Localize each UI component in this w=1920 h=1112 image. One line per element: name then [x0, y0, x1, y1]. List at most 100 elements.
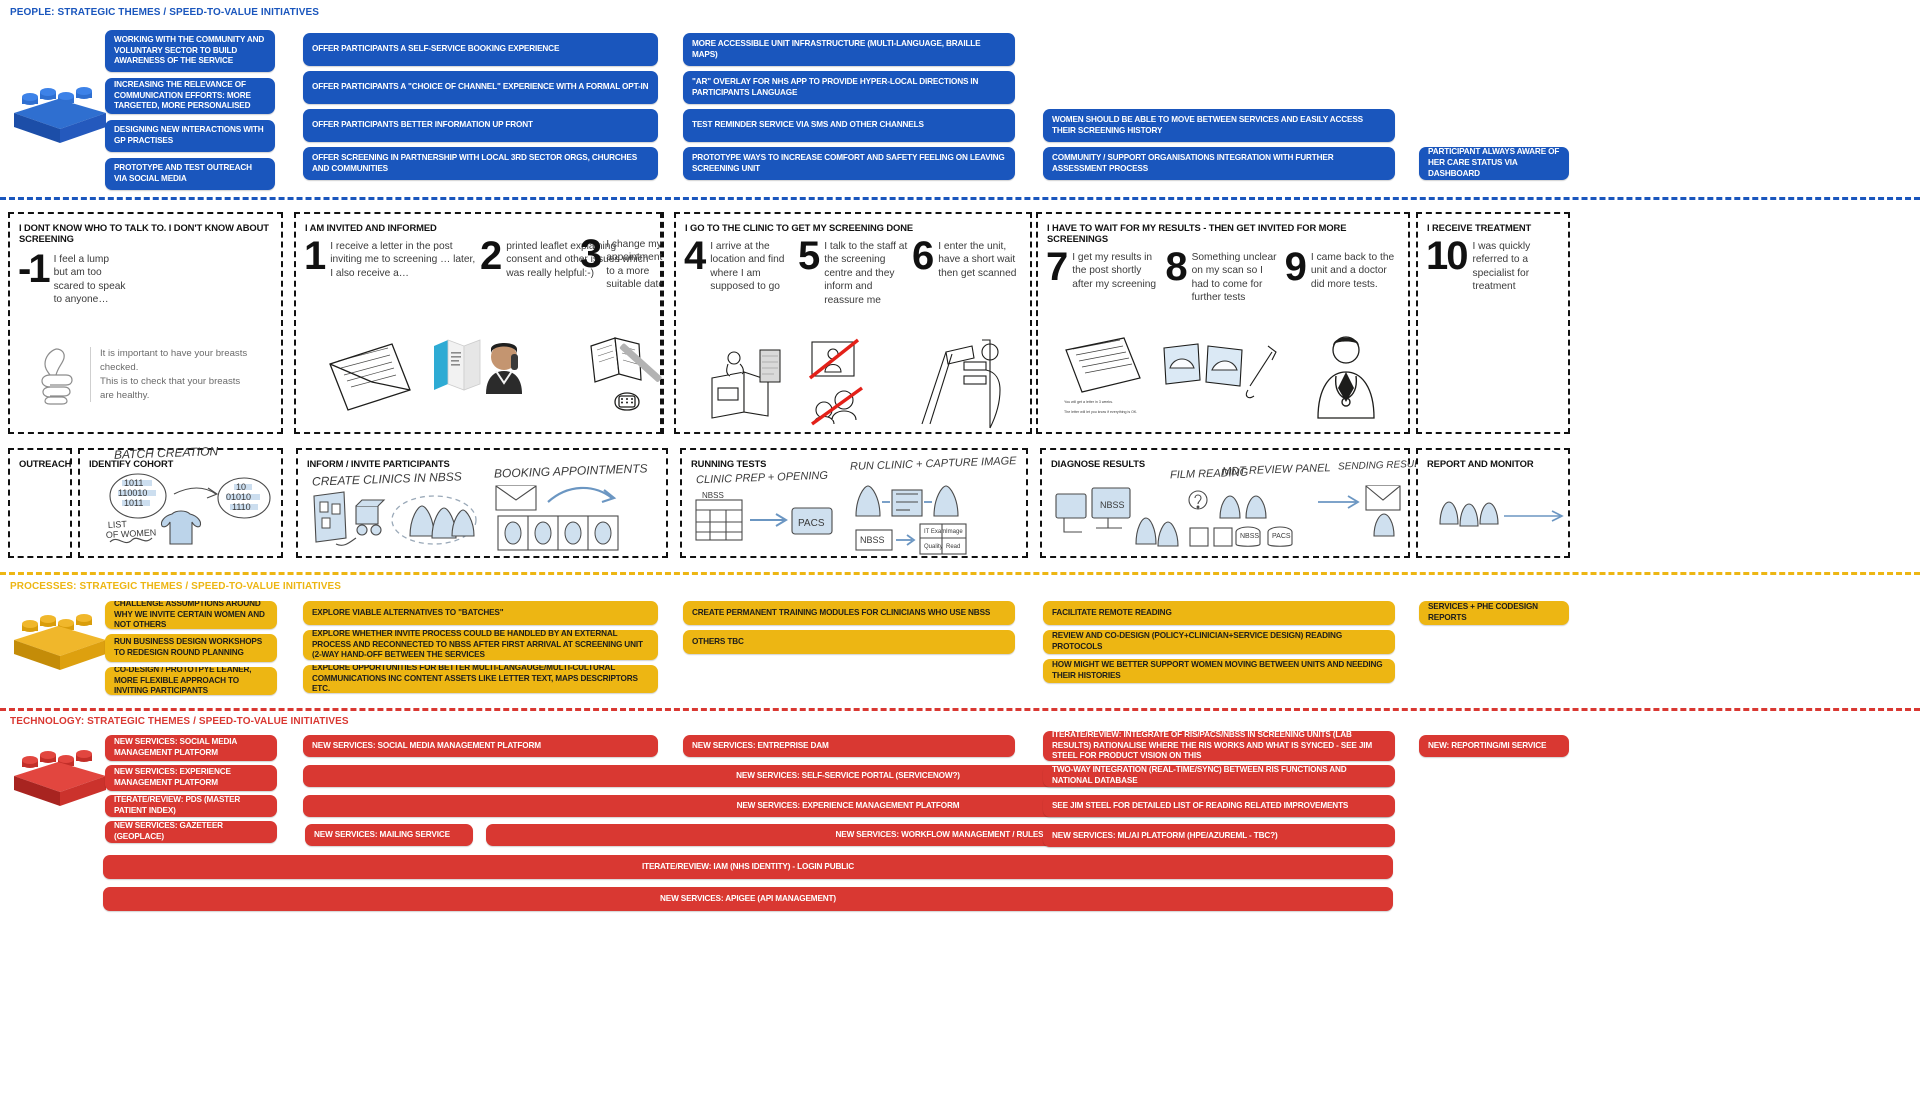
tech-card[interactable]: SEE JIM STEEL FOR DETAILED LIST OF READI… — [1043, 795, 1395, 817]
journey-step: 10 I was quickly referred to a specialis… — [1426, 236, 1560, 294]
people-card[interactable]: OFFER PARTICIPANTS A "CHOICE OF CHANNEL"… — [303, 71, 658, 104]
people-card[interactable]: INCREASING THE RELEVANCE OF COMMUNICATIO… — [105, 78, 275, 114]
processes-column-1: CHALLENGE ASSUMPTIONS AROUND WHY WE INVI… — [105, 601, 277, 695]
process-card[interactable]: REVIEW AND CO-DESIGN (POLICY+CLINICIAN+S… — [1043, 630, 1395, 654]
people-column-1: WORKING WITH THE COMMUNITY AND VOLUNTARY… — [105, 30, 275, 190]
step-number: 9 — [1284, 245, 1307, 289]
tech-card[interactable]: NEW SERVICES: EXPERIENCE MANAGEMENT PLAT… — [105, 765, 277, 791]
journey-step: 3 I change my appointment to a more suit… — [580, 232, 665, 292]
process-card[interactable]: RUN BUSINESS DESIGN WORKSHOPS TO REDESIG… — [105, 634, 277, 662]
results-letter-sketch-icon — [1062, 336, 1144, 398]
tech-card[interactable]: NEW SERVICES: GAZETEER (GEOPLACE) — [105, 821, 277, 843]
service-blueprint-board: PEOPLE: STRATEGIC THEMES / SPEED-TO-VALU… — [0, 0, 1920, 1112]
tech-card[interactable]: NEW SERVICES: ML/AI PLATFORM (HPE/AzureM… — [1043, 825, 1395, 847]
step-number: 7 — [1046, 245, 1068, 289]
people-card[interactable]: DESIGNING NEW INTERACTIONS WITH GP PRACT… — [105, 120, 275, 152]
people-card[interactable]: PROTOTYPE WAYS TO INCREASE COMFORT AND S… — [683, 147, 1015, 180]
envelope-sketch-icon — [326, 342, 414, 412]
process-card[interactable]: CREATE PERMANENT TRAINING MODULES FOR CL… — [683, 601, 1015, 625]
journey-step: 8 Something unclear on my scan so I had … — [1165, 247, 1280, 305]
backstage-running-tests: RUNNING TESTS CLINIC PREP + OPENING RUN … — [680, 448, 1028, 558]
backstage-identify-cohort: IDENTIFY COHORT BATCH CREATION 1011 11001… — [78, 444, 283, 558]
people-card[interactable]: PROTOTYPE AND TEST OUTREACH VIA SOCIAL M… — [105, 158, 275, 190]
technology-column-3: NEW SERVICES: ENTREPRISE DAM — [683, 735, 1015, 757]
svg-text:110010: 110010 — [118, 488, 147, 498]
tech-card[interactable]: ITERATE/REVIEW: PDS (MASTER PATIENT INDE… — [105, 795, 277, 817]
technology-column-5: NEW: REPORTING/MI SERVICE — [1419, 735, 1569, 757]
people-card[interactable]: PARTICIPANT ALWAYS AWARE OF HER CARE STA… — [1419, 147, 1569, 180]
process-card[interactable]: EXPLORE OPPORTUNITIES FOR BETTER MULTI-L… — [303, 665, 658, 693]
journey-stage-4: I RECEIVE TREATMENT 10 I was quickly ref… — [1416, 212, 1570, 434]
tech-card-fullwidth[interactable]: ITERATE/REVIEW: IAM (NHS IDENTITY) - LOG… — [103, 855, 1393, 879]
journey-stage-0: I DONT KNOW WHO TO TALK TO. I DON'T KNOW… — [8, 212, 283, 434]
svg-text:01010: 01010 — [226, 492, 251, 502]
people-card[interactable]: TEST REMINDER SERVICE VIA SMS AND OTHER … — [683, 109, 1015, 142]
svg-text:10: 10 — [236, 482, 246, 492]
svg-text:IT Exam: IT Exam — [924, 529, 946, 535]
step-text: I arrive at the location and find where … — [710, 241, 785, 293]
process-card[interactable]: SERVICES + PHE CODESIGN REPORTS — [1419, 601, 1569, 625]
no-photos-sketch-icon — [808, 338, 882, 426]
process-card[interactable]: HOW MIGHT WE BETTER SUPPORT WOMEN MOVING… — [1043, 659, 1395, 683]
tech-card[interactable]: TWO-WAY INTEGRATION (REAL-TIME/SYNC) BET… — [1043, 765, 1395, 787]
step-number: 3 — [580, 232, 602, 276]
people-card[interactable]: OFFER PARTICIPANTS BETTER INFORMATION UP… — [303, 109, 658, 142]
sketch-label-create-clinics: CREATE CLINICS IN NBSS — [311, 469, 463, 489]
svg-text:NBSS: NBSS — [860, 535, 885, 545]
tech-card[interactable]: ITERATE/REVIEW: INTEGRATE OF RIS/PACS/NB… — [1043, 731, 1395, 761]
tech-card[interactable]: NEW SERVICES: MAILING SERVICE — [305, 824, 473, 846]
svg-text:Quality: Quality — [924, 544, 943, 550]
backstage-title: OUTREACH — [19, 458, 72, 469]
journey-stage-2: I GO TO THE CLINIC TO GET MY SCREENING D… — [674, 212, 1032, 434]
step-text: Something unclear on my scan so I had to… — [1191, 252, 1277, 304]
process-card[interactable]: CO-DESIGN / PROTOTPYE LEANER, MORE FLEXI… — [105, 667, 277, 695]
process-card[interactable]: OTHERS TBC — [683, 630, 1015, 654]
svg-text:NBSS: NBSS — [1100, 500, 1125, 510]
tech-card[interactable]: NEW SERVICES: ENTREPRISE DAM — [683, 735, 1015, 757]
tech-card-fullwidth[interactable]: NEW SERVICES: APIGEE (API MANAGEMENT) — [103, 887, 1393, 911]
scan-images-sketch-icon — [1162, 342, 1278, 402]
step-text: I talk to the staff at the screening cen… — [824, 241, 908, 306]
people-card[interactable]: OFFER PARTICIPANTS A SELF-SERVICE BOOKIN… — [303, 33, 658, 66]
people-column-2: OFFER PARTICIPANTS A SELF-SERVICE BOOKIN… — [303, 33, 658, 180]
people-card[interactable]: OFFER SCREENING IN PARTNERSHIP WITH LOCA… — [303, 147, 658, 180]
processes-column-2: EXPLORE VIABLE ALTERNATIVES TO "BATCHES"… — [303, 601, 658, 693]
reception-desk-sketch-icon — [704, 344, 784, 422]
tech-card[interactable]: NEW: REPORTING/MI SERVICE — [1419, 735, 1569, 757]
stage-divider — [662, 212, 664, 434]
stage-title: I AM INVITED AND INFORMED — [305, 222, 437, 233]
journey-step: 4 I arrive at the location and find wher… — [684, 236, 794, 307]
people-column-5: PARTICIPANT ALWAYS AWARE OF HER CARE STA… — [1419, 147, 1569, 180]
technology-column-4: ITERATE/REVIEW: INTEGRATE OF RIS/PACS/NB… — [1043, 731, 1395, 847]
people-card[interactable]: "AR" OVERLAY FOR NHS APP TO PROVIDE HYPE… — [683, 71, 1015, 104]
tech-card[interactable]: NEW SERVICES: SOCIAL MEDIA MANAGEMENT PL… — [303, 735, 658, 757]
journey-stage-3: I HAVE TO WAIT FOR MY RESULTS - THEN GET… — [1036, 212, 1410, 434]
people-card[interactable]: WORKING WITH THE COMMUNITY AND VOLUNTARY… — [105, 30, 275, 72]
step-text: I was quickly referred to a specialist f… — [1472, 241, 1531, 293]
people-card[interactable]: WOMEN SHOULD BE ABLE TO MOVE BETWEEN SER… — [1043, 109, 1395, 142]
processes-column-5: SERVICES + PHE CODESIGN REPORTS — [1419, 601, 1569, 625]
processes-top-divider — [0, 572, 1920, 575]
technology-column-1: NEW SERVICES: SOCIAL MEDIA MANAGEMENT PL… — [105, 735, 277, 843]
backstage-report-monitor: REPORT AND MONITOR — [1416, 448, 1570, 558]
step-number: -1 — [18, 247, 51, 291]
calendar-phone-sketch-icon — [585, 330, 663, 418]
svg-text:NBSS: NBSS — [1240, 533, 1259, 540]
thumbs-up-sketch-icon — [36, 347, 80, 405]
technology-section-title: TECHNOLOGY: STRATEGIC THEMES / SPEED-TO-… — [10, 716, 349, 727]
process-card[interactable]: CHALLENGE ASSUMPTIONS AROUND WHY WE INVI… — [105, 601, 277, 629]
process-card[interactable]: FACILITATE REMOTE READING — [1043, 601, 1395, 625]
process-card[interactable]: EXPLORE VIABLE ALTERNATIVES TO "BATCHES" — [303, 601, 658, 625]
svg-text:PACS: PACS — [1272, 533, 1291, 540]
process-card[interactable]: EXPLORE WHETHER INVITE PROCESS COULD BE … — [303, 630, 658, 660]
stage-title: I GO TO THE CLINIC TO GET MY SCREENING D… — [685, 222, 914, 233]
people-card[interactable]: COMMUNITY / SUPPORT ORGANISATIONS INTEGR… — [1043, 147, 1395, 180]
journey-step: 5 I talk to the staff at the screening c… — [798, 236, 908, 307]
tech-card[interactable]: NEW SERVICES: SOCIAL MEDIA MANAGEMENT PL… — [105, 735, 277, 761]
people-column-4: WOMEN SHOULD BE ABLE TO MOVE BETWEEN SER… — [1043, 109, 1395, 180]
svg-text:1011: 1011 — [124, 498, 143, 508]
sketch-label-clinic-prep: CLINIC PREP + OPENING — [695, 469, 829, 487]
people-card[interactable]: MORE ACCESSIBLE UNIT INFRASTRUCTURE (MUL… — [683, 33, 1015, 66]
journey-step: -1 I feel a lump but am too scared to sp… — [18, 247, 273, 307]
people-column-3: MORE ACCESSIBLE UNIT INFRASTRUCTURE (MUL… — [683, 33, 1015, 180]
